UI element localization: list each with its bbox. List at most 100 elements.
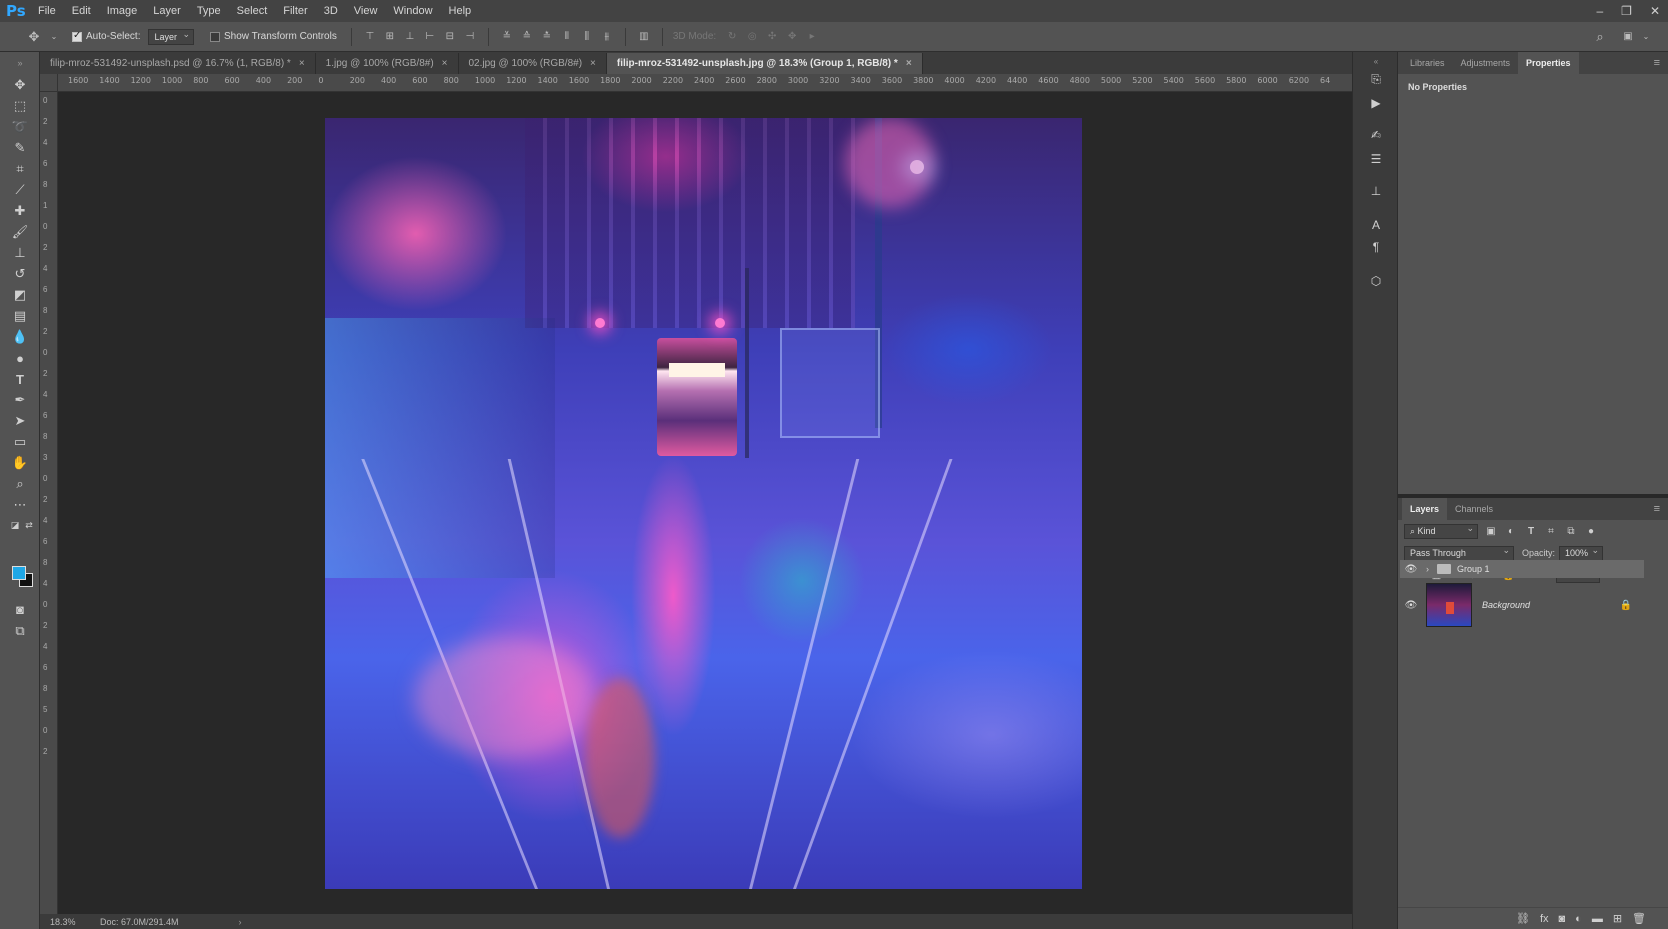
layer-name[interactable]: Background xyxy=(1482,600,1530,610)
close-tab-icon[interactable]: × xyxy=(442,58,448,69)
new-adjustment-layer-icon[interactable]: ◐ xyxy=(1575,913,1582,925)
workspace-icon[interactable]: ▣ xyxy=(1620,30,1636,44)
expand-group-chevron-icon[interactable]: › xyxy=(1426,564,1429,574)
workspace-chevron-icon[interactable]: ⌄ xyxy=(1638,30,1654,44)
move-tool-icon[interactable]: ✥ xyxy=(11,76,29,94)
quick-select-tool-icon[interactable]: ✎ xyxy=(11,139,29,157)
3d-rotate-icon[interactable]: ↻ xyxy=(724,30,740,44)
more-tools-icon[interactable]: ⋯ xyxy=(11,496,29,514)
menu-edit[interactable]: Edit xyxy=(64,0,99,22)
lasso-tool-icon[interactable]: ➰ xyxy=(11,118,29,136)
zoom-level[interactable]: 18.3% xyxy=(40,917,100,927)
menu-help[interactable]: Help xyxy=(441,0,480,22)
align-hcenter-icon[interactable]: ⊟ xyxy=(442,30,458,44)
opacity-input[interactable]: 100% xyxy=(1559,544,1604,561)
menu-filter[interactable]: Filter xyxy=(275,0,315,22)
close-tab-icon[interactable]: × xyxy=(299,58,305,69)
swap-colors-icon[interactable]: ⇄ xyxy=(20,516,38,534)
foreground-color-swatch[interactable] xyxy=(12,566,26,580)
quick-mask-icon[interactable]: ◙ xyxy=(11,600,29,618)
document-image[interactable] xyxy=(325,118,1082,889)
new-group-icon[interactable]: ▬ xyxy=(1592,913,1603,925)
blend-mode-dropdown[interactable]: Pass Through xyxy=(1404,544,1514,561)
align-left-icon[interactable]: ⊢ xyxy=(422,30,438,44)
align-top-icon[interactable]: ⊤ xyxy=(362,30,378,44)
3d-scale-icon[interactable]: ▸ xyxy=(804,30,820,44)
shape-tool-icon[interactable]: ▭ xyxy=(11,433,29,451)
3d-panel-icon[interactable]: ⬡ xyxy=(1367,272,1385,290)
horizontal-ruler[interactable]: 1600 1400 1200 1000 800 600 400 200 0 200 400 600 80… xyxy=(58,74,1352,92)
eyedropper-tool-icon[interactable]: ⟋ xyxy=(11,181,29,199)
layer-thumbnail[interactable] xyxy=(1426,583,1472,627)
menu-select[interactable]: Select xyxy=(229,0,276,22)
close-tab-icon[interactable]: × xyxy=(590,58,596,69)
clone-stamp-tool-icon[interactable]: ⊥ xyxy=(11,244,29,262)
expand-panels-icon[interactable]: « xyxy=(1367,52,1385,70)
actions-panel-icon[interactable]: ▶ xyxy=(1367,94,1385,112)
adjustment-filter-icon[interactable]: ◐ xyxy=(1504,526,1518,537)
search-icon[interactable]: ⌕ xyxy=(1592,29,1608,44)
show-transform-option[interactable]: Show Transform Controls xyxy=(210,31,337,42)
align-right-icon[interactable]: ⊣ xyxy=(462,30,478,44)
collapse-toolbar-icon[interactable]: » xyxy=(11,54,29,72)
panel-menu-icon[interactable]: ≡ xyxy=(1654,57,1660,69)
tab-layers[interactable]: Layers xyxy=(1402,498,1448,520)
distribute-left-icon[interactable]: ⫴ xyxy=(559,30,575,44)
delete-layer-icon[interactable]: 🗑 xyxy=(1632,912,1646,925)
show-transform-checkbox[interactable] xyxy=(210,31,220,42)
marquee-tool-icon[interactable]: ⬚ xyxy=(11,97,29,115)
path-selection-tool-icon[interactable]: ➤ xyxy=(11,412,29,430)
auto-select-dropdown[interactable]: Layer xyxy=(148,27,194,45)
brush-settings-icon[interactable]: ✍ xyxy=(1367,126,1385,144)
3d-slide-icon[interactable]: ✥ xyxy=(784,30,800,44)
menu-3d[interactable]: 3D xyxy=(316,0,346,22)
zoom-tool-icon[interactable]: ⌕ xyxy=(11,475,29,493)
adjustment-sliders-icon[interactable]: ☰ xyxy=(1367,150,1385,168)
visibility-eye-icon[interactable]: 👁 xyxy=(1400,564,1422,575)
healing-brush-tool-icon[interactable]: ✚ xyxy=(11,202,29,220)
gradient-tool-icon[interactable]: ▤ xyxy=(11,307,29,325)
tab-libraries[interactable]: Libraries xyxy=(1402,52,1453,74)
menu-type[interactable]: Type xyxy=(189,0,229,22)
move-tool-icon[interactable]: ✥ xyxy=(26,29,42,44)
menu-layer[interactable]: Layer xyxy=(145,0,189,22)
auto-select-option[interactable]: Auto-Select: xyxy=(72,30,140,42)
hand-tool-icon[interactable]: ✋ xyxy=(11,454,29,472)
tab-1-jpg[interactable]: 1.jpg @ 100% (RGB/8#) × xyxy=(316,53,459,74)
minimize-icon[interactable]: – xyxy=(1596,4,1603,18)
menu-window[interactable]: Window xyxy=(385,0,440,22)
brush-tool-icon[interactable]: 🖌 xyxy=(11,223,29,241)
distribute-hcenter-icon[interactable]: ⫼ xyxy=(579,30,595,44)
auto-align-icon[interactable]: ▥ xyxy=(636,30,652,44)
character-panel-icon[interactable]: A xyxy=(1367,216,1385,234)
blur-tool-icon[interactable]: 💧 xyxy=(11,328,29,346)
pixel-filter-icon[interactable]: ▣ xyxy=(1484,526,1498,537)
screen-mode-icon[interactable]: ⧉ xyxy=(11,622,29,640)
layer-row-group[interactable]: 👁 › Group 1 xyxy=(1400,560,1644,578)
history-brush-tool-icon[interactable]: ↺ xyxy=(11,265,29,283)
tab-properties[interactable]: Properties xyxy=(1518,52,1579,74)
type-filter-icon[interactable]: T xyxy=(1524,526,1538,537)
layer-style-icon[interactable]: fx xyxy=(1540,913,1549,925)
eraser-tool-icon[interactable]: ◩ xyxy=(11,286,29,304)
3d-pan-icon[interactable]: ✣ xyxy=(764,30,780,44)
close-tab-icon[interactable]: × xyxy=(906,58,912,69)
dodge-tool-icon[interactable]: ● xyxy=(11,349,29,367)
panel-menu-icon[interactable]: ≡ xyxy=(1654,503,1660,515)
ruler-origin[interactable] xyxy=(40,74,58,92)
distribute-vcenter-icon[interactable]: ≙ xyxy=(519,30,535,44)
tab-02-jpg[interactable]: 02.jpg @ 100% (RGB/8#) × xyxy=(459,53,607,74)
link-layers-icon[interactable]: ⛓ xyxy=(1516,912,1530,925)
auto-select-checkbox[interactable] xyxy=(72,30,82,42)
canvas-area[interactable] xyxy=(58,92,1352,914)
close-window-icon[interactable]: ✕ xyxy=(1650,4,1660,18)
shape-filter-icon[interactable]: ⌗ xyxy=(1544,526,1558,537)
vertical-ruler[interactable]: 02468102468202468302468402468502 xyxy=(40,92,58,914)
clone-source-icon[interactable]: ⊥ xyxy=(1367,182,1385,200)
restore-icon[interactable]: ❐ xyxy=(1621,4,1632,18)
align-bottom-icon[interactable]: ⊥ xyxy=(402,30,418,44)
new-layer-icon[interactable]: ⊞ xyxy=(1613,912,1622,925)
menu-file[interactable]: File xyxy=(30,0,64,22)
tab-psd-document[interactable]: filip-mroz-531492-unsplash.psd @ 16.7% (… xyxy=(40,53,316,74)
align-vcenter-icon[interactable]: ⊞ xyxy=(382,30,398,44)
